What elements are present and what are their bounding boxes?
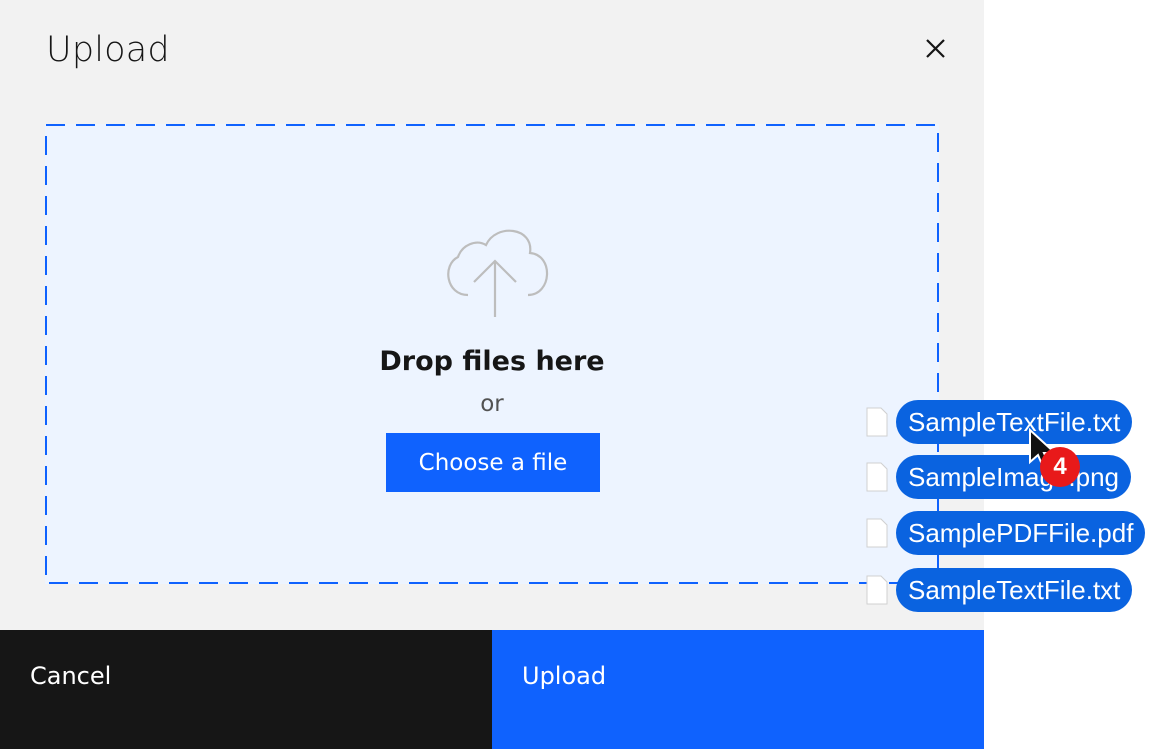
dragged-file-name: SampleImage.png — [896, 455, 1132, 499]
dragged-file-name: SampleTextFile.txt — [896, 568, 1133, 612]
upload-button[interactable]: Upload — [492, 630, 984, 749]
dragged-file-item[interactable]: SampleTextFile.txt — [866, 400, 1133, 444]
cancel-button[interactable]: Cancel — [0, 630, 492, 749]
dragged-file-item[interactable]: SampleImage.png — [866, 455, 1132, 499]
document-icon — [866, 518, 888, 548]
drag-count-badge: 4 — [1040, 447, 1080, 487]
dragged-file-name: SampleTextFile.txt — [896, 400, 1133, 444]
dragged-file-item[interactable]: SamplePDFFile.pdf — [866, 511, 1146, 555]
dialog-footer: Cancel Upload — [0, 630, 984, 749]
cloud-upload-icon — [447, 229, 549, 317]
choose-file-button[interactable]: Choose a file — [386, 433, 600, 492]
close-button[interactable] — [920, 33, 952, 65]
upload-dialog: Upload Drop files here or Choose a file … — [0, 0, 984, 749]
drop-files-heading: Drop files here — [379, 346, 605, 377]
document-icon — [866, 462, 888, 492]
document-icon — [866, 575, 888, 605]
document-icon — [866, 407, 888, 437]
close-icon — [926, 39, 945, 58]
dialog-title: Upload — [46, 30, 170, 70]
dragged-file-name: SamplePDFFile.pdf — [896, 511, 1146, 555]
or-label: or — [480, 391, 504, 417]
dragged-file-item[interactable]: SampleTextFile.txt — [866, 568, 1133, 612]
